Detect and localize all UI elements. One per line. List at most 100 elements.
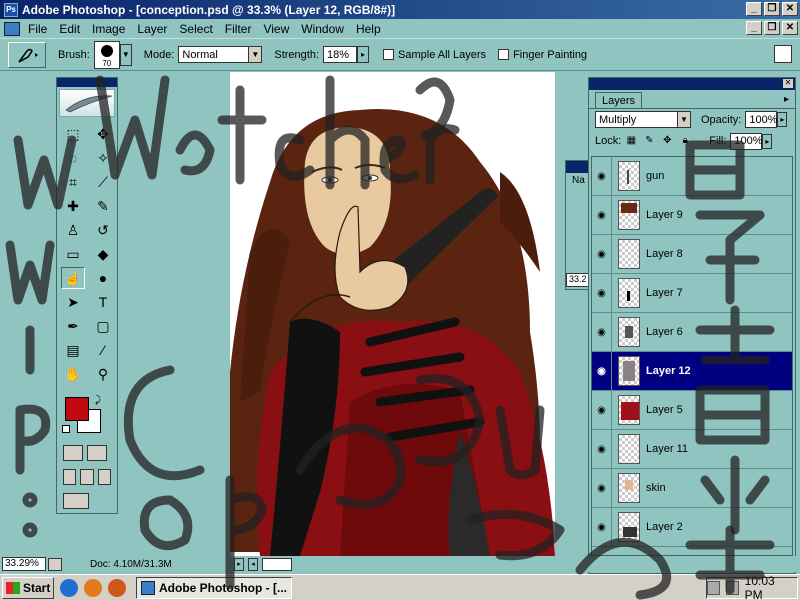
eye-icon[interactable]: ◉ [592,274,612,312]
smudge-tool-icon[interactable]: ☝ [61,267,85,289]
tool-preset-picker[interactable] [8,41,46,68]
layer-row-active[interactable]: ◉ Layer 12 [592,352,792,391]
eye-icon[interactable]: ◉ [592,469,612,507]
taskbar-photoshop-button[interactable]: Adobe Photoshop - [... [136,576,292,599]
minimize-button[interactable]: _ [746,2,762,16]
healing-brush-tool-icon[interactable]: ✚ [61,195,85,217]
full-screen-menu-mode-button[interactable] [80,469,94,485]
magic-wand-tool-icon[interactable]: ✧ [91,147,115,169]
firefox-icon[interactable] [84,578,102,597]
notes-tool-icon[interactable]: ▤ [61,339,85,361]
document-canvas[interactable] [230,72,555,556]
marquee-tool-icon[interactable]: ⬚ [61,123,85,145]
lasso-tool-icon[interactable]: ◌ [61,147,85,169]
eye-icon[interactable]: ◉ [592,352,612,390]
lock-image-icon[interactable]: ✎ [643,135,655,147]
paint-bucket-tool-icon[interactable]: ◆ [91,243,115,265]
lock-transparency-icon[interactable]: ▦ [625,135,637,147]
pen-tool-icon[interactable]: ✒ [61,315,85,337]
zoom-tool-icon[interactable]: ⚲ [91,363,115,385]
doc-minimize-button[interactable]: _ [746,21,762,35]
strength-slider-arrow[interactable]: ▸ [357,46,370,63]
layer-row[interactable]: ◉ Layer 9 [592,196,792,235]
finger-painting-checkbox[interactable] [498,49,510,60]
menu-help[interactable]: Help [350,22,387,36]
standard-mode-button[interactable] [63,445,83,461]
layer-row[interactable]: ◉ Layer 7 [592,274,792,313]
layer-row[interactable]: ◉ gun [592,157,792,196]
scroll-left-arrow[interactable]: ◂ [248,557,258,571]
hand-tool-icon[interactable]: ✋ [61,363,85,385]
menu-filter[interactable]: Filter [219,22,258,36]
eye-icon[interactable]: ◉ [592,235,612,273]
default-colors-icon[interactable] [62,425,70,433]
foreground-color-swatch[interactable] [65,397,89,421]
jump-to-imageready-button[interactable] [63,493,89,509]
doc-restore-button[interactable]: ❐ [764,21,780,35]
dodge-tool-icon[interactable]: ● [91,267,115,289]
standard-screen-mode-button[interactable] [63,469,77,485]
brush-tool-icon[interactable]: ✎ [91,195,115,217]
crop-tool-icon[interactable]: ⌗ [61,171,85,193]
layer-row[interactable]: ◉ Layer 5 [592,391,792,430]
full-screen-mode-button[interactable] [97,469,111,485]
quick-mask-mode-button[interactable] [87,445,107,461]
brush-preset-swatch[interactable]: 70 [93,40,120,69]
brush-dropdown-arrow[interactable]: ▼ [119,43,132,66]
tray-network-icon[interactable] [707,581,720,595]
firefox-icon-2[interactable] [108,578,126,597]
eye-icon[interactable]: ◉ [592,391,612,429]
feather-logo-icon[interactable] [59,89,115,117]
blend-mode-select[interactable]: Multiply ▼ [595,111,691,128]
tab-layers[interactable]: Layers [595,92,643,108]
restore-button[interactable]: ❐ [764,2,780,16]
tray-volume-icon[interactable] [725,581,739,595]
eyedropper-tool-icon[interactable]: ⁄ [91,339,115,361]
menu-edit[interactable]: Edit [53,22,86,36]
path-selection-tool-icon[interactable]: ➤ [61,291,85,313]
sample-all-layers-checkbox[interactable] [383,49,395,60]
swap-colors-icon[interactable]: ⤸ [95,395,101,406]
eye-icon[interactable]: ◉ [592,430,612,468]
layer-row[interactable]: ◉ Layer 2 [592,508,792,547]
eye-icon[interactable]: ◉ [592,313,612,351]
layer-row[interactable]: ◉ Layer 8 [592,235,792,274]
palette-well-icon[interactable] [774,45,792,63]
eye-icon[interactable]: ◉ [592,508,612,546]
lock-all-icon[interactable]: 🔒︎ [679,135,691,147]
zoom-level-field[interactable]: 33.29% [2,557,46,571]
move-tool-icon[interactable]: ✥ [91,123,115,145]
internet-explorer-icon[interactable] [60,578,78,597]
toolbox-title-bar[interactable] [57,78,117,87]
slice-tool-icon[interactable]: ⟋ [91,171,115,193]
photoshop-app-icon[interactable]: Ps [4,2,18,17]
type-tool-icon[interactable]: T [91,291,115,313]
fill-slider-arrow[interactable]: ▸ [762,133,773,149]
strength-input[interactable]: 18% [323,46,358,63]
close-icon[interactable]: ✕ [783,79,793,88]
palette-menu-icon[interactable]: ▸ [784,94,789,105]
layer-row[interactable]: ◉ Layer 11 [592,430,792,469]
document-icon[interactable] [4,21,20,36]
start-button[interactable]: Start [2,576,54,599]
menu-view[interactable]: View [257,22,295,36]
status-menu-arrow[interactable]: ▸ [234,557,244,571]
mode-select[interactable]: Normal ▼ [178,46,263,63]
eye-icon[interactable]: ◉ [592,196,612,234]
opacity-slider-arrow[interactable]: ▸ [777,112,788,127]
opacity-input[interactable]: 100% [745,111,778,128]
fill-input[interactable]: 100% [730,132,763,150]
menu-image[interactable]: Image [86,22,131,36]
menu-file[interactable]: File [22,22,53,36]
eraser-tool-icon[interactable]: ▭ [61,243,85,265]
lock-position-icon[interactable]: ✥ [661,135,673,147]
layers-title-bar[interactable]: ✕ [589,78,795,90]
history-brush-tool-icon[interactable]: ↺ [91,219,115,241]
menu-select[interactable]: Select [173,22,218,36]
horizontal-scrollbar[interactable] [262,557,292,571]
layer-row[interactable]: ◉ Layer 6 [592,313,792,352]
layer-row[interactable]: ◉ skin [592,469,792,508]
eye-icon[interactable]: ◉ [592,157,612,195]
menu-layer[interactable]: Layer [131,22,173,36]
shape-tool-icon[interactable]: ▢ [91,315,115,337]
